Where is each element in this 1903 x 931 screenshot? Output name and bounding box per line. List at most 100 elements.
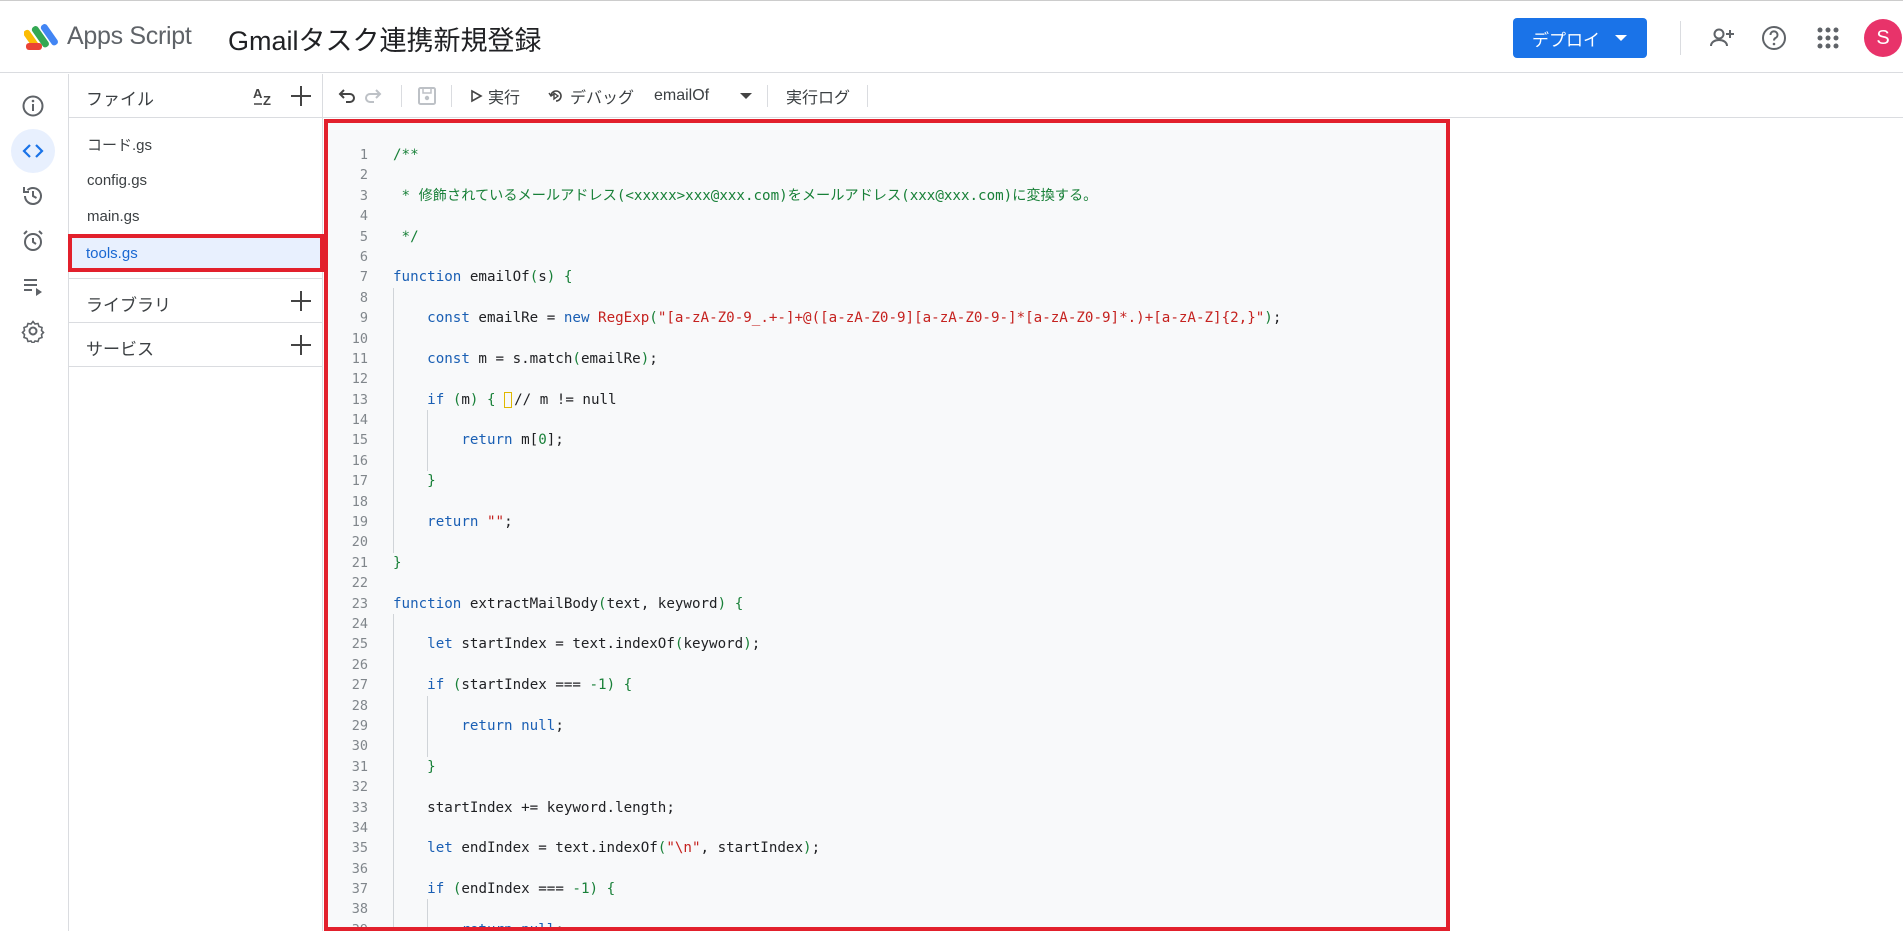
app-name[interactable]: Apps Script	[67, 22, 192, 51]
code-line[interactable]: 16	[328, 450, 1446, 472]
file-item-code[interactable]: コード.gs	[69, 127, 323, 161]
code-line[interactable]: 31 }	[328, 756, 1446, 778]
line-number: 20	[351, 534, 368, 551]
code-line[interactable]: 27 if (startIndex === -1) {	[328, 675, 1446, 696]
line-content: }	[393, 554, 402, 571]
apps-grid-icon[interactable]	[1814, 24, 1842, 52]
header-divider	[1680, 21, 1681, 55]
line-number: 10	[351, 330, 368, 347]
chevron-down-icon[interactable]	[740, 93, 752, 99]
code-line[interactable]: 4	[328, 206, 1446, 226]
code-line[interactable]: 37 if (endIndex === -1) {	[328, 879, 1446, 900]
line-number: 12	[351, 371, 368, 388]
code-line[interactable]: 33 startIndex += keyword.length;	[328, 797, 1446, 818]
code-line[interactable]: 7 function emailOf(s) {	[328, 267, 1446, 287]
executions-button[interactable]	[11, 264, 55, 308]
code-line[interactable]: 6	[328, 247, 1446, 267]
code-lines[interactable]: 1/** 2 3 * 修飾されているメールアドレス(<xxxxx>xxx@xxx.c…	[328, 145, 1446, 927]
share-icon[interactable]	[1708, 24, 1736, 52]
line-number: 32	[351, 779, 368, 796]
editor-toolbar: 実行 デバッグ emailOf 実行ログ	[323, 74, 1903, 118]
services-label: サービス	[86, 340, 154, 359]
settings-button[interactable]	[11, 309, 55, 353]
code-line[interactable]: 11 const m = s.match(emailRe);	[328, 348, 1446, 370]
libraries-label: ライブラリ	[86, 296, 171, 315]
code-line[interactable]: 17 }	[328, 471, 1446, 492]
code-editor[interactable]: 1/** 2 3 * 修飾されているメールアドレス(<xxxxx>xxx@xxx.c…	[324, 119, 1450, 931]
play-icon	[471, 89, 483, 103]
save-icon[interactable]	[416, 74, 438, 118]
line-content: */	[393, 228, 419, 245]
code-line[interactable]: 34	[328, 817, 1446, 839]
code-line[interactable]: 3 * 修飾されているメールアドレス(<xxxxx>xxx@xxx.com)をメ…	[328, 186, 1446, 206]
code-line[interactable]: 23 function extractMailBody(text, keyword…	[328, 594, 1446, 614]
code-line[interactable]: 12	[328, 369, 1446, 390]
code-line[interactable]: 19 return "";	[328, 512, 1446, 533]
add-library-icon[interactable]	[291, 291, 311, 311]
editor-button[interactable]	[11, 129, 55, 173]
code-line[interactable]: 14	[328, 410, 1446, 431]
sort-az-icon[interactable]: A Z	[252, 84, 278, 108]
execution-log-button[interactable]: 実行ログ	[786, 74, 850, 118]
overview-button[interactable]	[11, 84, 55, 128]
line-number: 23	[351, 595, 368, 612]
code-line[interactable]: 22	[328, 573, 1446, 593]
run-button[interactable]: 実行	[469, 74, 520, 118]
libraries-section[interactable]: ライブラリ	[69, 278, 323, 322]
code-line[interactable]: 35 let endIndex = text.indexOf("\n", sta…	[328, 838, 1446, 859]
code-line[interactable]: 2	[328, 165, 1446, 185]
alarm-icon	[23, 230, 43, 251]
history-button[interactable]	[11, 174, 55, 218]
line-number: 13	[351, 391, 368, 408]
code-line[interactable]: 5 */	[328, 227, 1446, 247]
code-line[interactable]: 25 let startIndex = text.indexOf(keyword…	[328, 634, 1446, 655]
code-line[interactable]: 36	[328, 858, 1446, 880]
file-item-config[interactable]: config.gs	[69, 163, 323, 197]
services-section[interactable]: サービス	[69, 322, 323, 366]
code-line[interactable]: 1 /**	[328, 145, 1446, 165]
line-number: 24	[351, 615, 368, 632]
line-content: const emailRe = new RegExp("[a-zA-Z0-9_.…	[427, 310, 1282, 327]
debug-button[interactable]: デバッグ	[547, 74, 634, 118]
line-number: 34	[351, 819, 368, 836]
add-file-icon[interactable]	[291, 86, 311, 106]
help-icon[interactable]	[1760, 24, 1788, 52]
line-number: 33	[351, 799, 368, 816]
file-item-main[interactable]: main.gs	[69, 199, 323, 233]
toolbar-separator	[401, 85, 402, 107]
files-title: ファイル	[86, 90, 154, 109]
code-line[interactable]: 21}	[328, 553, 1446, 573]
line-content: if (m) { // m != null	[427, 391, 617, 408]
file-item-tools[interactable]: tools.gs	[68, 234, 324, 272]
code-line[interactable]: 24	[328, 613, 1446, 635]
line-number: 16	[351, 452, 368, 469]
redo-icon[interactable]	[363, 74, 385, 118]
line-number: 3	[359, 187, 368, 204]
add-service-icon[interactable]	[291, 335, 311, 355]
line-number: 4	[359, 208, 368, 225]
line-number: 29	[351, 717, 368, 734]
avatar[interactable]: S	[1864, 19, 1902, 57]
code-line[interactable]: 38	[328, 899, 1446, 920]
triggers-button[interactable]	[11, 219, 55, 263]
code-line[interactable]: 29 return null;	[328, 715, 1446, 737]
code-line[interactable]: 18	[328, 491, 1446, 513]
project-title[interactable]: Gmailタスク連携新規登録	[228, 19, 542, 58]
code-line[interactable]: 10	[328, 328, 1446, 349]
code-line[interactable]: 30	[328, 736, 1446, 757]
code-line[interactable]: 9 const emailRe = new RegExp("[a-zA-Z0-9…	[328, 308, 1446, 329]
code-line[interactable]: 26	[328, 654, 1446, 676]
code-line[interactable]: 32	[328, 777, 1446, 798]
code-line[interactable]: 8	[328, 287, 1446, 309]
code-line[interactable]: 15 return m[0];	[328, 430, 1446, 451]
undo-icon[interactable]	[335, 74, 357, 118]
deploy-button[interactable]: デプロイ	[1513, 18, 1647, 58]
indent-guide	[393, 695, 394, 716]
code-line[interactable]: 20	[328, 532, 1446, 553]
code-line[interactable]: 39 return null;	[328, 919, 1446, 927]
line-number: 6	[359, 248, 368, 265]
line-content: let startIndex = text.indexOf(keyword);	[427, 636, 761, 653]
code-line[interactable]: 28	[328, 695, 1446, 716]
code-line[interactable]: 13 if (m) { // m != null	[328, 389, 1446, 411]
line-number: 17	[351, 473, 368, 490]
